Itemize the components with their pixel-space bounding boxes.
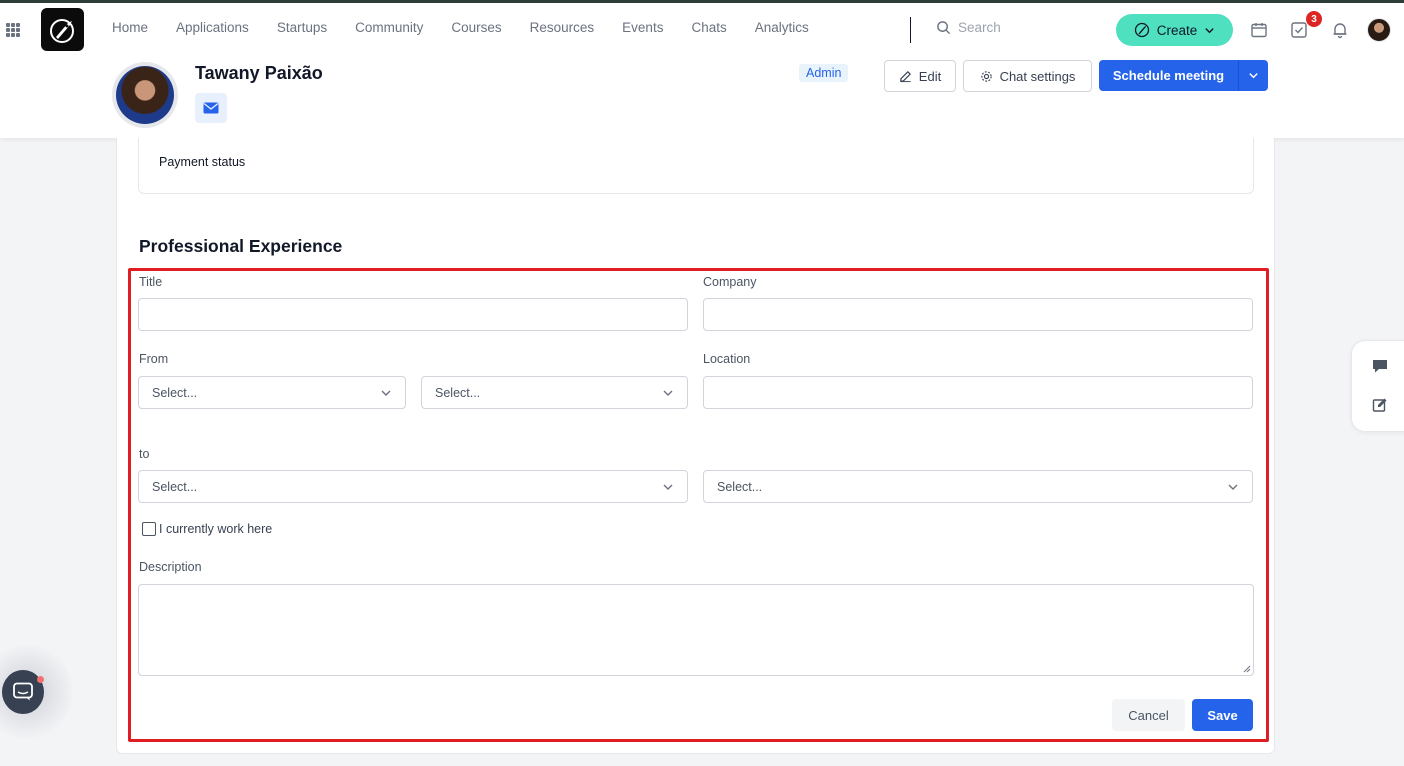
chevron-down-icon	[663, 390, 673, 396]
profile-card: Payment status Professional Experience T…	[116, 138, 1275, 754]
nav-analytics[interactable]: Analytics	[755, 20, 809, 35]
nav-chats[interactable]: Chats	[691, 20, 726, 35]
user-avatar[interactable]	[1367, 18, 1391, 42]
role-tag: Admin	[799, 64, 849, 82]
create-button[interactable]: Create	[1116, 14, 1233, 46]
chevron-down-icon	[1249, 73, 1258, 79]
edit-note-icon[interactable]	[1372, 397, 1388, 413]
app-logo[interactable]	[41, 8, 84, 51]
currently-work-here-row[interactable]: I currently work here	[142, 522, 272, 536]
title-input[interactable]	[138, 298, 688, 331]
nav-startups[interactable]: Startups	[277, 20, 327, 35]
to-month-value: Select...	[152, 479, 198, 494]
from-year-select[interactable]: Select...	[421, 376, 688, 409]
profile-avatar	[112, 62, 178, 128]
from-label: From	[139, 352, 169, 366]
nav-applications[interactable]: Applications	[176, 20, 249, 35]
nav-resources[interactable]: Resources	[530, 20, 595, 35]
tasks-check-icon[interactable]	[1290, 21, 1308, 39]
company-input[interactable]	[703, 298, 1253, 331]
email-button[interactable]	[195, 93, 227, 123]
to-month-select[interactable]: Select...	[138, 470, 688, 503]
to-label: to	[139, 447, 150, 461]
schedule-meeting-button[interactable]: Schedule meeting	[1099, 60, 1238, 91]
edit-pencil-icon	[900, 70, 911, 82]
chat-bubble-icon	[13, 682, 33, 701]
section-title: Professional Experience	[139, 236, 343, 256]
gear-icon	[980, 70, 992, 82]
edit-label: Edit	[918, 68, 942, 84]
chat-notification-dot	[37, 676, 44, 683]
rocket-logo-icon	[49, 18, 74, 43]
nav-home[interactable]: Home	[112, 20, 148, 35]
location-input[interactable]	[703, 376, 1253, 409]
nav-community[interactable]: Community	[355, 20, 423, 35]
calendar-icon[interactable]	[1250, 21, 1268, 39]
bell-icon[interactable]	[1331, 21, 1349, 39]
description-label: Description	[139, 560, 202, 574]
apps-grid-icon[interactable]	[6, 23, 20, 37]
currently-work-here-checkbox[interactable]	[142, 522, 156, 536]
search-input[interactable]: Search	[936, 20, 1001, 35]
chevron-down-icon	[1228, 484, 1238, 490]
payment-status-label: Payment status	[159, 155, 246, 169]
schedule-dropdown-button[interactable]	[1238, 60, 1268, 91]
tasks-badge: 3	[1306, 11, 1322, 27]
chevron-down-icon	[663, 484, 673, 490]
save-button[interactable]: Save	[1192, 699, 1253, 731]
profile-name: Tawany Paixão	[195, 63, 323, 83]
location-label: Location	[703, 352, 751, 366]
mail-icon	[203, 102, 219, 114]
from-month-select[interactable]: Select...	[138, 376, 406, 409]
chevron-down-icon	[1205, 27, 1214, 33]
top-nav-bar: Home Applications Startups Community Cou…	[0, 0, 1404, 55]
main-nav: Home Applications Startups Community Cou…	[112, 20, 837, 35]
from-month-value: Select...	[152, 385, 198, 400]
company-label: Company	[703, 275, 757, 289]
payment-status-box: Payment status	[138, 138, 1254, 194]
from-year-value: Select...	[435, 385, 481, 400]
create-label: Create	[1156, 22, 1198, 38]
comment-icon[interactable]	[1371, 357, 1389, 375]
search-icon	[937, 21, 951, 35]
cancel-button[interactable]: Cancel	[1112, 699, 1185, 731]
to-year-select[interactable]: Select...	[703, 470, 1253, 503]
to-year-value: Select...	[717, 479, 763, 494]
edit-button[interactable]: Edit	[884, 60, 956, 92]
side-action-panel	[1351, 340, 1404, 432]
nav-events[interactable]: Events	[622, 20, 663, 35]
search-placeholder: Search	[958, 20, 1001, 35]
chevron-down-icon	[381, 390, 391, 396]
chat-settings-label: Chat settings	[999, 68, 1076, 84]
profile-header: Tawany Paixão Admin Edit Chat settings S…	[0, 55, 1404, 138]
nav-divider	[910, 17, 911, 43]
title-label: Title	[139, 275, 163, 289]
nav-courses[interactable]: Courses	[451, 20, 501, 35]
rocket-icon	[1134, 22, 1149, 38]
description-textarea[interactable]	[138, 584, 1254, 676]
chat-settings-button[interactable]: Chat settings	[963, 60, 1092, 92]
currently-work-here-label: I currently work here	[159, 522, 273, 536]
resize-handle-icon[interactable]	[1243, 665, 1251, 673]
